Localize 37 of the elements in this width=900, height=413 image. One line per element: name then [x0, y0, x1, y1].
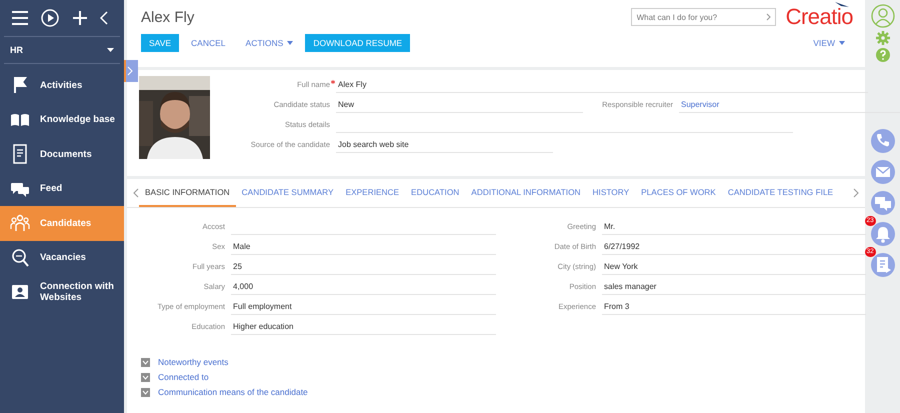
- input-field[interactable]: 6/27/1992: [602, 238, 866, 255]
- sidebar-item[interactable]: Knowledge base: [0, 102, 124, 137]
- input-field[interactable]: 4,000: [231, 278, 496, 295]
- tab[interactable]: BASIC INFORMATION: [139, 179, 236, 207]
- link-field[interactable]: Supervisor: [679, 96, 900, 113]
- search-field[interactable]: What can I do for you?: [630, 8, 776, 26]
- sidebar-item[interactable]: Activities: [0, 68, 124, 102]
- page-title: Alex Fly: [141, 8, 194, 26]
- sidebar-item[interactable]: Feed: [0, 172, 124, 206]
- input-field[interactable]: Higher education: [231, 318, 496, 335]
- input-field[interactable]: sales manager: [602, 278, 866, 295]
- sidebar-item[interactable]: Connection with Websites: [0, 275, 124, 310]
- group-title[interactable]: Communication means of the candidate: [158, 387, 308, 397]
- tab[interactable]: HISTORY: [586, 179, 636, 207]
- tab[interactable]: CANDIDATE SUMMARY: [236, 179, 340, 207]
- tab[interactable]: ADDITIONAL INFORMATION: [465, 179, 587, 207]
- input-field[interactable]: Male: [231, 238, 496, 255]
- input-field[interactable]: From 3: [602, 298, 866, 315]
- input-field[interactable]: New York: [602, 258, 866, 275]
- tab[interactable]: PLACES OF WORK: [635, 179, 722, 207]
- sidebar-item[interactable]: Vacancies: [0, 240, 124, 275]
- input-field[interactable]: Job search web site: [336, 136, 553, 153]
- group-title[interactable]: Connected to: [158, 372, 209, 382]
- workplace-dropdown[interactable]: HR: [4, 37, 120, 64]
- view-dropdown[interactable]: VIEW: [805, 34, 853, 52]
- input-field[interactable]: Mr.: [602, 218, 866, 235]
- tab[interactable]: CANDIDATE TESTING FILE: [722, 179, 840, 207]
- sidebar-item[interactable]: Documents: [0, 137, 124, 172]
- group-title[interactable]: Noteworthy events: [158, 357, 228, 367]
- input-field[interactable]: Full employment: [231, 298, 496, 315]
- input-field[interactable]: New: [336, 96, 583, 113]
- tab[interactable]: EDUCATION: [405, 179, 466, 207]
- input-field[interactable]: 25: [231, 258, 496, 275]
- input-field[interactable]: Alex Fly: [336, 76, 868, 93]
- actions-dropdown[interactable]: ACTIONS: [238, 34, 302, 52]
- toolbar-button[interactable]: CANCEL: [183, 34, 234, 52]
- tab[interactable]: EXPERIENCE: [340, 179, 406, 207]
